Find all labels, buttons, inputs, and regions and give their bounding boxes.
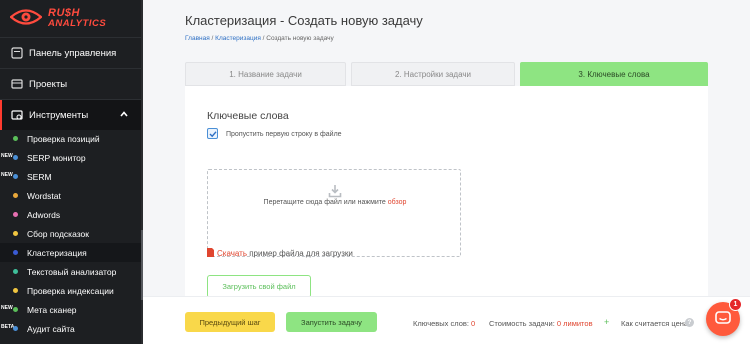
dot-icon xyxy=(13,174,18,179)
dot-icon xyxy=(13,193,18,198)
add-limits-icon[interactable]: + xyxy=(604,317,609,327)
sidebar-item-site-audit[interactable]: BETA Аудит сайта xyxy=(0,319,143,338)
dropzone-instruction: Перетащите сюда файл или нажмите xyxy=(263,199,388,206)
sidebar-scrollbar-thumb[interactable] xyxy=(141,230,143,300)
dot-icon xyxy=(13,231,18,236)
run-task-button[interactable]: Запустить задачу xyxy=(286,312,377,332)
sidebar-item-label: SERP монитор xyxy=(27,153,86,163)
dot-icon xyxy=(13,269,18,274)
tab-task-name[interactable]: 1. Название задачи xyxy=(185,62,346,86)
sidebar-item-meta-scanner[interactable]: NEW Мета сканер xyxy=(0,300,143,319)
sidebar-item-label: Wordstat xyxy=(27,191,61,201)
tab-keywords[interactable]: 3. Ключевые слова xyxy=(520,62,708,86)
task-cost: Стоимость задачи: 0 лимитов xyxy=(489,319,593,328)
keywords-count-label: Ключевых слов: xyxy=(413,319,472,328)
sidebar-item-positions[interactable]: Проверка позиций xyxy=(0,129,143,148)
sample-download: Скачать пример файла для загрузки xyxy=(207,248,353,258)
keywords-count-value: 0 xyxy=(471,319,476,328)
download-tray-icon xyxy=(328,185,342,198)
skip-first-row-checkbox[interactable] xyxy=(207,128,218,139)
sidebar-item-label: Adwords xyxy=(27,210,61,220)
sidebar: RU$H ANALYTICS Панель управления Проекты… xyxy=(0,0,143,344)
sidebar-item-serm[interactable]: NEW SERM xyxy=(0,167,143,186)
sidebar-item-suggestions[interactable]: Сбор подсказок xyxy=(0,224,143,243)
sidebar-item-serp-monitor[interactable]: NEW SERP монитор xyxy=(0,148,143,167)
dot-icon xyxy=(13,307,18,312)
sidebar-item-adwords[interactable]: Adwords xyxy=(0,205,143,224)
dot-icon xyxy=(13,136,18,141)
dot-icon xyxy=(13,250,18,255)
download-link[interactable]: Скачать xyxy=(217,249,247,258)
keywords-panel: Ключевые слова Пропустить первую строку … xyxy=(185,86,708,300)
sidebar-item-label: SERM xyxy=(27,172,52,182)
breadcrumb-current: Создать новую задачу xyxy=(266,35,334,42)
footer-bar: Предыдущий шаг Запустить задачу Ключевых… xyxy=(143,296,750,344)
sidebar-item-tools[interactable]: Инструменты xyxy=(0,100,143,130)
breadcrumb: Главная / Кластеризация / Создать новую … xyxy=(185,35,334,42)
sidebar-item-label: Аудит сайта xyxy=(27,324,75,334)
speedometer-icon xyxy=(11,47,23,59)
task-cost-label: Стоимость задачи: xyxy=(489,319,557,328)
skip-first-row-label[interactable]: Пропустить первую строку в файле xyxy=(226,131,342,138)
tab-task-settings[interactable]: 2. Настройки задачи xyxy=(351,62,515,86)
sidebar-item-label: Панель управления xyxy=(29,47,117,59)
checkmark-icon xyxy=(209,131,217,138)
page-title: Кластеризация - Создать новую задачу xyxy=(185,13,423,28)
chat-bubble-icon xyxy=(715,311,731,324)
sidebar-item-label: Проверка индексации xyxy=(27,286,114,296)
new-badge: NEW xyxy=(1,172,13,178)
sidebar-item-label: Проверка позиций xyxy=(27,134,100,144)
sidebar-item-text-analyzer[interactable]: Текстовый анализатор xyxy=(0,262,143,281)
brand-line2: ANALYTICS xyxy=(48,18,107,29)
tools-icon xyxy=(11,110,23,120)
how-price-calculated-link[interactable]: Как считается цена xyxy=(621,319,688,328)
section-title: Ключевые слова xyxy=(207,110,289,122)
pdf-file-icon xyxy=(207,248,214,257)
new-badge: NEW xyxy=(1,305,13,311)
sidebar-item-label: Проекты xyxy=(29,78,68,90)
browse-link[interactable]: обзор xyxy=(388,199,407,206)
wizard-tabs: 1. Название задачи 2. Настройки задачи 3… xyxy=(185,62,708,86)
sidebar-item-label: Инструменты xyxy=(29,109,89,121)
task-cost-value: 0 лимитов xyxy=(556,319,593,328)
logo[interactable]: RU$H ANALYTICS xyxy=(10,6,140,30)
dot-icon xyxy=(13,212,18,217)
chat-unread-badge: 1 xyxy=(729,298,742,311)
sidebar-item-dashboard[interactable]: Панель управления xyxy=(0,38,143,68)
sidebar-item-label: Кластеризация xyxy=(27,248,87,258)
sidebar-item-clustering[interactable]: Кластеризация xyxy=(0,243,143,262)
eye-logo-icon xyxy=(10,9,42,25)
new-badge: NEW xyxy=(1,153,13,159)
sidebar-item-label: Мета сканер xyxy=(27,305,77,315)
download-caption: пример файла для загрузки xyxy=(247,249,353,258)
breadcrumb-home[interactable]: Главная xyxy=(185,35,210,42)
help-icon[interactable]: ? xyxy=(685,318,694,327)
sidebar-item-projects[interactable]: Проекты xyxy=(0,69,143,99)
file-dropzone[interactable]: Перетащите сюда файл или нажмите обзор xyxy=(207,169,461,257)
keywords-count: Ключевых слов: 0 xyxy=(413,319,475,328)
sidebar-item-wordstat[interactable]: Wordstat xyxy=(0,186,143,205)
sidebar-item-indexing[interactable]: Проверка индексации xyxy=(0,281,143,300)
sidebar-item-label: Сбор подсказок xyxy=(27,229,89,239)
dot-icon xyxy=(13,288,18,293)
dot-icon xyxy=(13,326,18,331)
upload-file-button[interactable]: Загрузить свой файл xyxy=(207,275,311,298)
dot-icon xyxy=(13,155,18,160)
sidebar-item-label: Текстовый анализатор xyxy=(27,267,117,277)
chevron-up-icon[interactable] xyxy=(119,109,129,119)
breadcrumb-clustering[interactable]: Кластеризация xyxy=(215,35,261,42)
dropzone-text: Перетащите сюда файл или нажмите обзор xyxy=(208,199,462,206)
folder-icon xyxy=(11,79,23,89)
previous-step-button[interactable]: Предыдущий шаг xyxy=(185,312,275,332)
